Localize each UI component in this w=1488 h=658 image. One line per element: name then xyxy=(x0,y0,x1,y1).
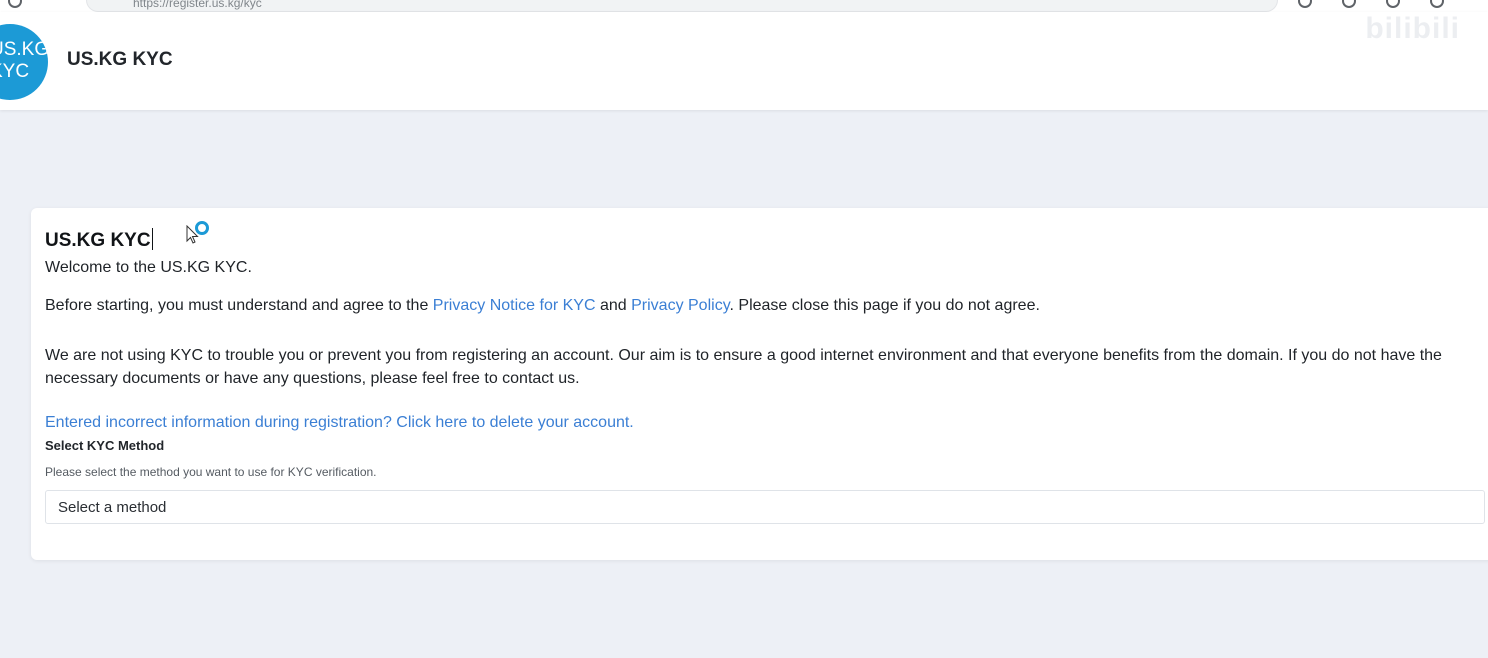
kyc-aim-text: We are not using KYC to trouble you or p… xyxy=(45,347,1442,387)
tabs-icon[interactable] xyxy=(1386,0,1400,8)
privacy-notice-link[interactable]: Privacy Notice for KYC xyxy=(433,297,596,314)
text-caret xyxy=(151,228,153,250)
kyc-method-selected-value: Select a method xyxy=(58,499,167,516)
site-header: US.KG KYC US.KG KYC bilibili xyxy=(0,12,1488,110)
welcome-text: Welcome to the US.KG KYC. xyxy=(45,259,252,276)
agreement-suffix: . Please close this page if you do not a… xyxy=(729,297,1040,314)
kyc-method-label: Select KYC Method xyxy=(45,438,165,453)
page-title: US.KG KYC xyxy=(45,228,153,252)
site-logo[interactable]: US.KG KYC xyxy=(0,24,48,100)
logo-text: US.KG KYC xyxy=(0,39,48,82)
kyc-method-select[interactable]: Select a method xyxy=(45,490,1485,524)
extension-icon[interactable] xyxy=(1298,0,1312,8)
address-text: https://register.us.kg/kyc xyxy=(133,0,262,10)
delete-account-link[interactable]: Entered incorrect information during reg… xyxy=(45,414,634,432)
loading-spinner-icon xyxy=(195,221,209,235)
agreement-prefix: Before starting, you must understand and… xyxy=(45,297,433,314)
menu-icon[interactable] xyxy=(1430,0,1444,8)
kyc-card: US.KG KYC Welcome to the US.KG KYC. Befo… xyxy=(31,208,1488,560)
browser-toolbar: https://register.us.kg/kyc xyxy=(0,0,1488,12)
agreement-text: Before starting, you must understand and… xyxy=(45,294,1040,317)
privacy-policy-link[interactable]: Privacy Policy xyxy=(631,297,729,314)
settings-icon[interactable] xyxy=(1342,0,1356,8)
reload-icon[interactable] xyxy=(8,0,22,8)
page-title-text: US.KG KYC xyxy=(45,230,151,251)
agreement-and: and xyxy=(595,297,632,314)
video-watermark: bilibili xyxy=(1365,12,1460,45)
address-bar[interactable]: https://register.us.kg/kyc xyxy=(86,0,1278,12)
site-title: US.KG KYC xyxy=(67,49,173,70)
kyc-method-help: Please select the method you want to use… xyxy=(45,465,377,479)
